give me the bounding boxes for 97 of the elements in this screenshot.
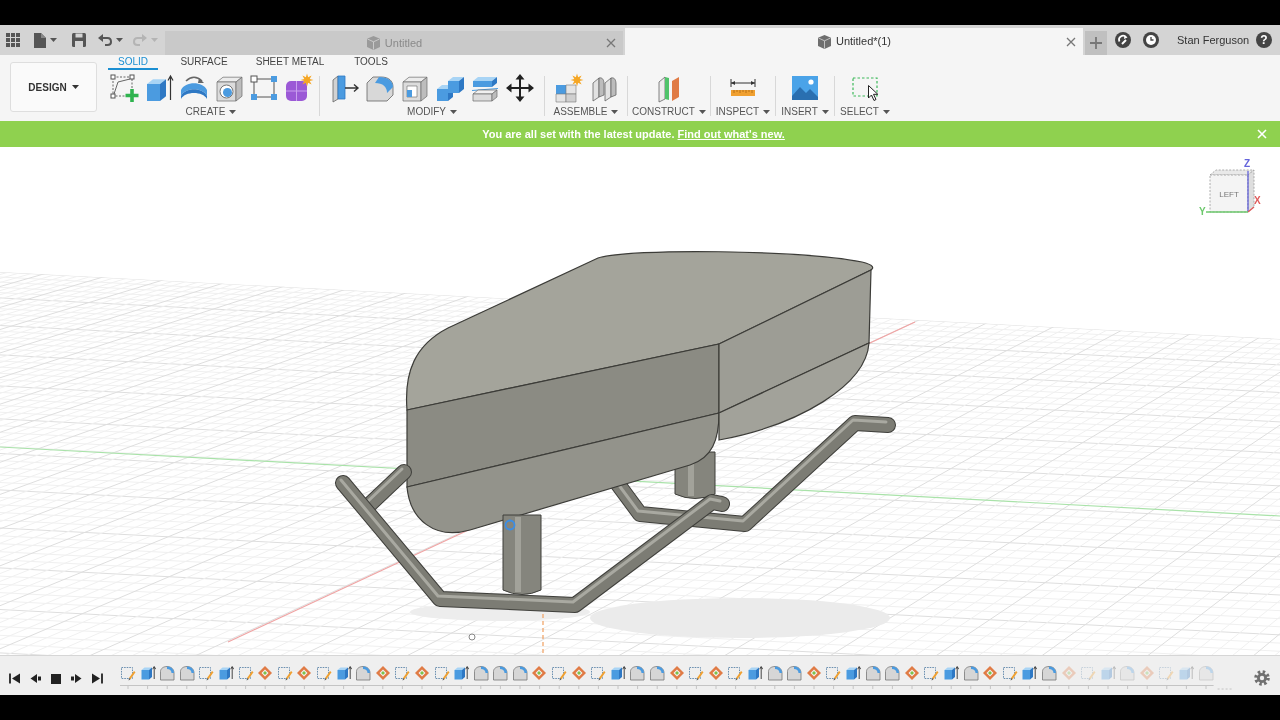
menu-dropdown-button[interactable]: SELECT xyxy=(840,106,890,118)
caret-icon xyxy=(821,110,829,114)
diamond-icon[interactable] xyxy=(570,665,587,681)
diamond-icon[interactable] xyxy=(805,665,822,681)
sketch-icon[interactable] xyxy=(315,665,332,681)
sketch-icon[interactable] xyxy=(394,665,411,681)
cube-icon xyxy=(366,36,380,50)
rounded-block-icon[interactable] xyxy=(786,665,803,681)
stop-icon[interactable] xyxy=(51,673,61,684)
menu-dropdown-button[interactable]: CREATE xyxy=(185,106,237,118)
undo-icon[interactable] xyxy=(98,34,112,46)
rounded-block-icon[interactable] xyxy=(364,73,395,103)
clock-icon[interactable] xyxy=(1143,32,1159,48)
workspace-menu-button[interactable]: DESIGN xyxy=(10,62,97,112)
menu-dropdown-button[interactable]: INSPECT xyxy=(715,106,771,118)
diamond-icon[interactable] xyxy=(531,665,548,681)
caret-icon xyxy=(449,110,457,114)
caret-icon xyxy=(698,110,706,114)
rounded-block-icon[interactable] xyxy=(178,665,195,681)
sketch-icon[interactable] xyxy=(551,665,568,681)
plus-icon xyxy=(1090,37,1102,49)
sketch-icon[interactable] xyxy=(727,665,744,681)
rounded-block-icon[interactable] xyxy=(864,665,881,681)
rounded-block-icon[interactable] xyxy=(1040,665,1057,681)
toolbar-tab[interactable]: SHEET METAL xyxy=(250,55,330,70)
diamond-icon[interactable] xyxy=(982,665,999,681)
sketch-icon[interactable] xyxy=(198,665,215,681)
box-hole-icon[interactable] xyxy=(213,73,244,103)
rounded-block-icon[interactable] xyxy=(472,665,489,681)
help-button[interactable]: ? xyxy=(1256,32,1272,48)
menu-dropdown-button[interactable]: CONSTRUCT xyxy=(632,106,706,118)
sketch-plus-icon[interactable] xyxy=(108,73,139,103)
panel-arrow-icon[interactable] xyxy=(329,73,360,103)
sketch-icon[interactable] xyxy=(1001,665,1018,681)
sketch-icon[interactable] xyxy=(120,665,136,681)
sketch-icon[interactable] xyxy=(237,665,254,681)
app-grid-icon[interactable] xyxy=(6,33,20,47)
step-forward-icon[interactable] xyxy=(71,673,82,684)
diamond-icon[interactable] xyxy=(903,665,920,681)
axis-label: Y xyxy=(1199,206,1206,217)
caret-icon xyxy=(611,110,619,114)
diamond-icon[interactable] xyxy=(374,665,391,681)
cube-icon xyxy=(818,34,831,49)
step-back-icon[interactable] xyxy=(30,673,41,684)
sparkle-cube-icon[interactable] xyxy=(283,73,314,103)
menu-dropdown-button[interactable]: ASSEMBLE xyxy=(553,106,619,118)
sketch-icon[interactable] xyxy=(923,665,940,681)
save-icon[interactable] xyxy=(72,33,86,47)
diamond-icon[interactable] xyxy=(413,665,430,681)
rounded-block-icon[interactable] xyxy=(159,665,176,681)
rounded-block-icon[interactable] xyxy=(766,665,783,681)
view-cube[interactable]: LEFT Z X Y xyxy=(1196,157,1266,219)
caret-icon[interactable] xyxy=(116,38,123,42)
menu-dropdown-button[interactable]: INSERT xyxy=(781,106,829,118)
caret-icon xyxy=(763,110,771,114)
toolbar-tab[interactable]: TOOLS xyxy=(346,55,396,70)
caret-icon xyxy=(71,85,79,89)
rounded-block-icon[interactable] xyxy=(884,665,901,681)
picture-icon[interactable] xyxy=(790,73,820,103)
caret-icon[interactable] xyxy=(50,38,57,42)
gear-icon[interactable] xyxy=(1254,670,1270,686)
mouse-pointer-icon xyxy=(868,85,879,101)
axis-label: X xyxy=(1254,195,1261,206)
cubes-star-icon[interactable] xyxy=(553,73,584,103)
skip-end-icon[interactable] xyxy=(92,673,103,684)
caret-icon xyxy=(229,110,237,114)
file-icon[interactable] xyxy=(34,32,46,48)
rounded-block-icon[interactable] xyxy=(629,665,646,681)
sketch-icon[interactable] xyxy=(433,665,450,681)
axis-label: Z xyxy=(1244,158,1251,169)
menu-dropdown-button[interactable]: MODIFY xyxy=(407,106,457,118)
rounded-block-icon[interactable] xyxy=(962,665,979,681)
diamond-icon[interactable] xyxy=(707,665,724,681)
rounded-block-icon[interactable] xyxy=(355,665,372,681)
close-icon[interactable] xyxy=(606,38,616,48)
hollow-box-icon[interactable] xyxy=(399,73,430,103)
move-arrows-icon[interactable] xyxy=(504,73,535,103)
rounded-block-icon[interactable] xyxy=(649,665,666,681)
user-name-menu[interactable]: Stan Ferguson xyxy=(1177,31,1250,49)
document-tab[interactable]: Untitled*(1) xyxy=(625,28,1083,55)
toolbar-tab[interactable]: SURFACE xyxy=(174,55,234,70)
view-face-label: LEFT xyxy=(1219,190,1239,199)
close-icon[interactable] xyxy=(1066,36,1076,47)
rounded-block-icon[interactable] xyxy=(511,665,528,681)
caret-icon xyxy=(882,110,890,114)
diamond-icon[interactable] xyxy=(296,665,313,681)
rounded-block-icon[interactable] xyxy=(492,665,509,681)
diamond-icon[interactable] xyxy=(257,665,274,681)
sketch-icon[interactable] xyxy=(825,665,842,681)
sketch-icon[interactable] xyxy=(590,665,607,681)
new-tab-button[interactable] xyxy=(1085,31,1107,55)
square-pattern-icon[interactable] xyxy=(248,73,279,103)
skip-start-icon[interactable] xyxy=(9,673,20,684)
update-message: You are all set with the latest update. Find out what's new. xyxy=(482,126,785,142)
sketch-icon[interactable] xyxy=(276,665,293,681)
sketch-icon[interactable] xyxy=(688,665,705,681)
diamond-icon[interactable] xyxy=(668,665,685,681)
